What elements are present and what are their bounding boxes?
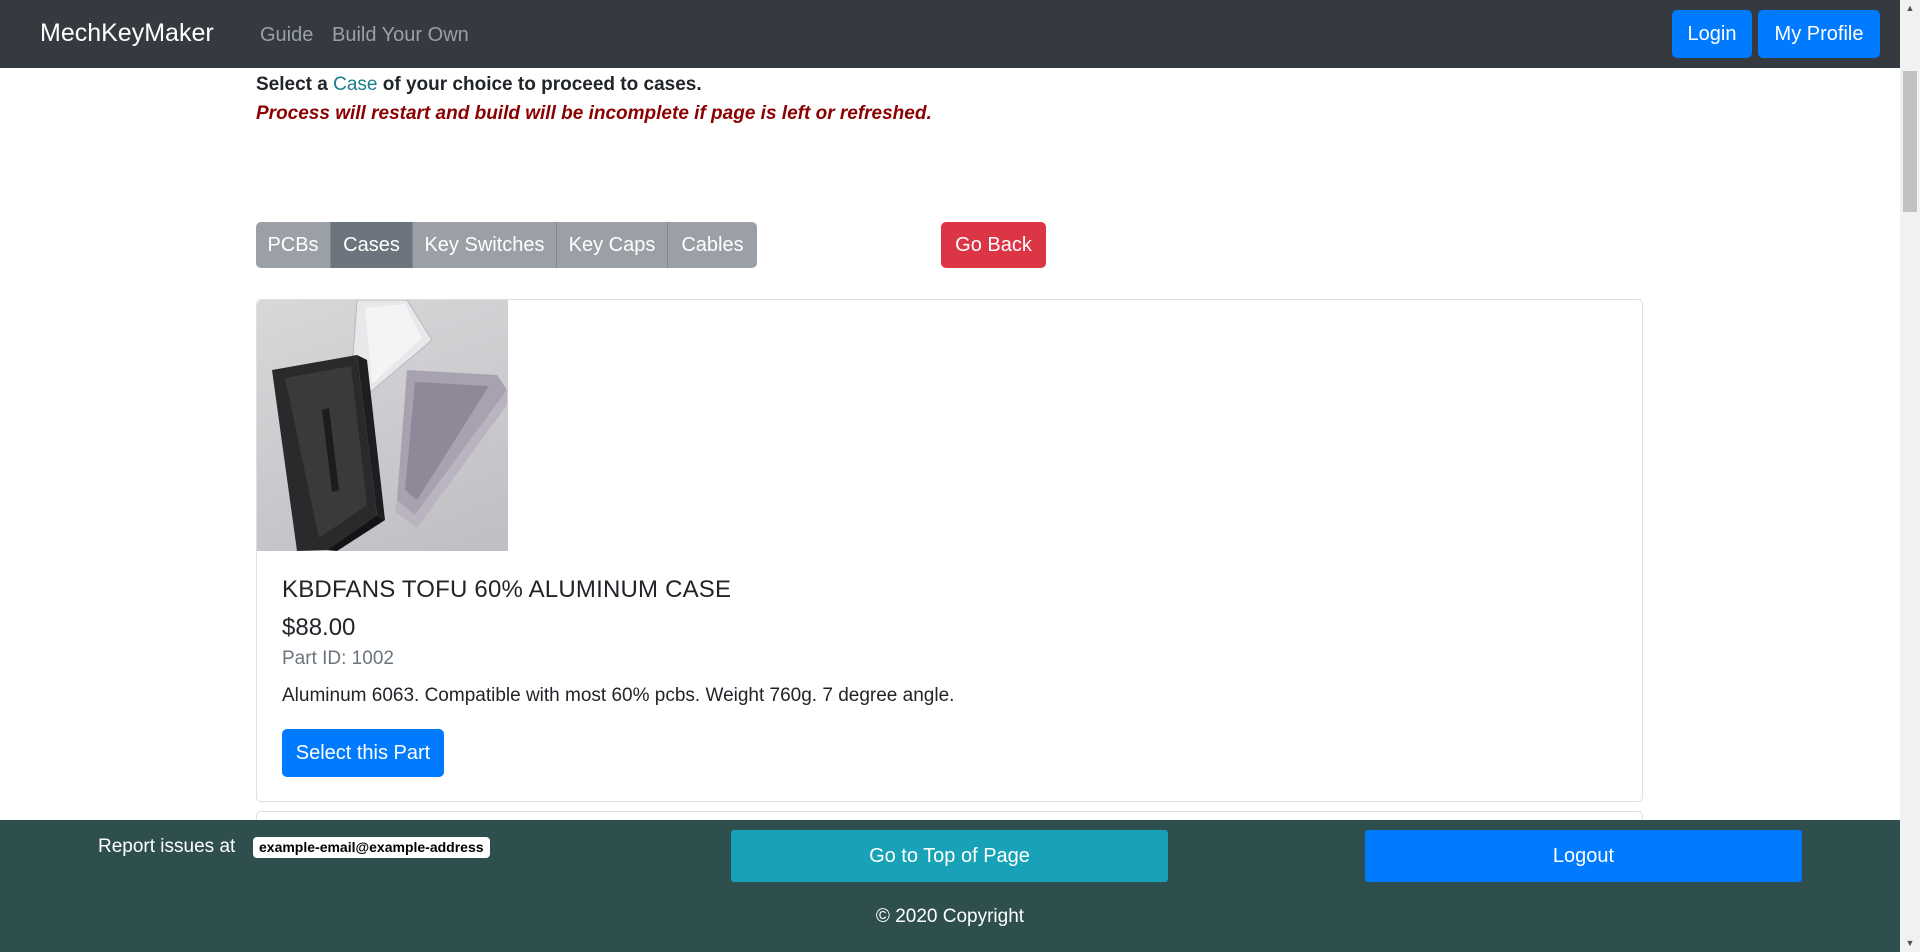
product-image <box>257 300 508 551</box>
product-title: KBDFANS TOFU 60% ALUMINUM CASE <box>282 576 732 603</box>
scroll-thumb[interactable] <box>1903 71 1917 212</box>
scroll-up-arrow-icon[interactable]: ▲ <box>1900 0 1920 17</box>
product-price: $88.00 <box>282 614 356 641</box>
instruction-suffix: of your choice to proceed to cases. <box>377 74 702 95</box>
product-part-id: Part ID: 1002 <box>282 648 394 669</box>
aluminum-case-illustration <box>272 300 507 551</box>
nav-link-guide[interactable]: Guide <box>260 24 313 47</box>
instruction-prefix: Select a <box>256 74 334 95</box>
go-back-button[interactable]: Go Back <box>941 222 1046 268</box>
top-navbar: MechKeyMaker Guide Build Your Own Login … <box>0 0 1900 68</box>
logout-button[interactable]: Logout <box>1365 830 1802 882</box>
nav-link-build-your-own[interactable]: Build Your Own <box>332 24 469 47</box>
copyright-text: © 2020 Copyright <box>875 906 1025 927</box>
scroll-down-arrow-icon[interactable]: ▼ <box>1900 935 1920 952</box>
page-footer: Report issues at example-email@example-a… <box>0 820 1900 952</box>
tab-key-caps[interactable]: Key Caps <box>557 222 668 268</box>
go-to-top-button[interactable]: Go to Top of Page <box>731 830 1168 882</box>
select-part-button[interactable]: Select this Part <box>282 729 444 777</box>
tab-pcbs[interactable]: PCBs <box>256 222 331 268</box>
brand-logo[interactable]: MechKeyMaker <box>40 19 214 48</box>
refresh-warning: Process will restart and build will be i… <box>256 103 932 124</box>
login-button[interactable]: Login <box>1672 10 1752 58</box>
instruction-highlight: Case <box>333 74 378 95</box>
tab-key-switches[interactable]: Key Switches <box>413 222 557 268</box>
support-email-badge: example-email@example-address <box>253 837 490 858</box>
my-profile-button[interactable]: My Profile <box>1758 10 1880 58</box>
tab-cables[interactable]: Cables <box>668 222 757 268</box>
page-scrollbar[interactable]: ▲ ▼ <box>1900 0 1920 952</box>
report-issues-label: Report issues at <box>98 836 236 857</box>
product-description: Aluminum 6063. Compatible with most 60% … <box>282 685 955 706</box>
instruction-text: Select a Case of your choice to proceed … <box>256 74 702 96</box>
part-category-tabs: PCBs Cases Key Switches Key Caps Cables <box>256 222 757 268</box>
product-card: KBDFANS TOFU 60% ALUMINUM CASE $88.00 Pa… <box>256 299 1643 802</box>
tab-cases[interactable]: Cases <box>331 222 413 268</box>
